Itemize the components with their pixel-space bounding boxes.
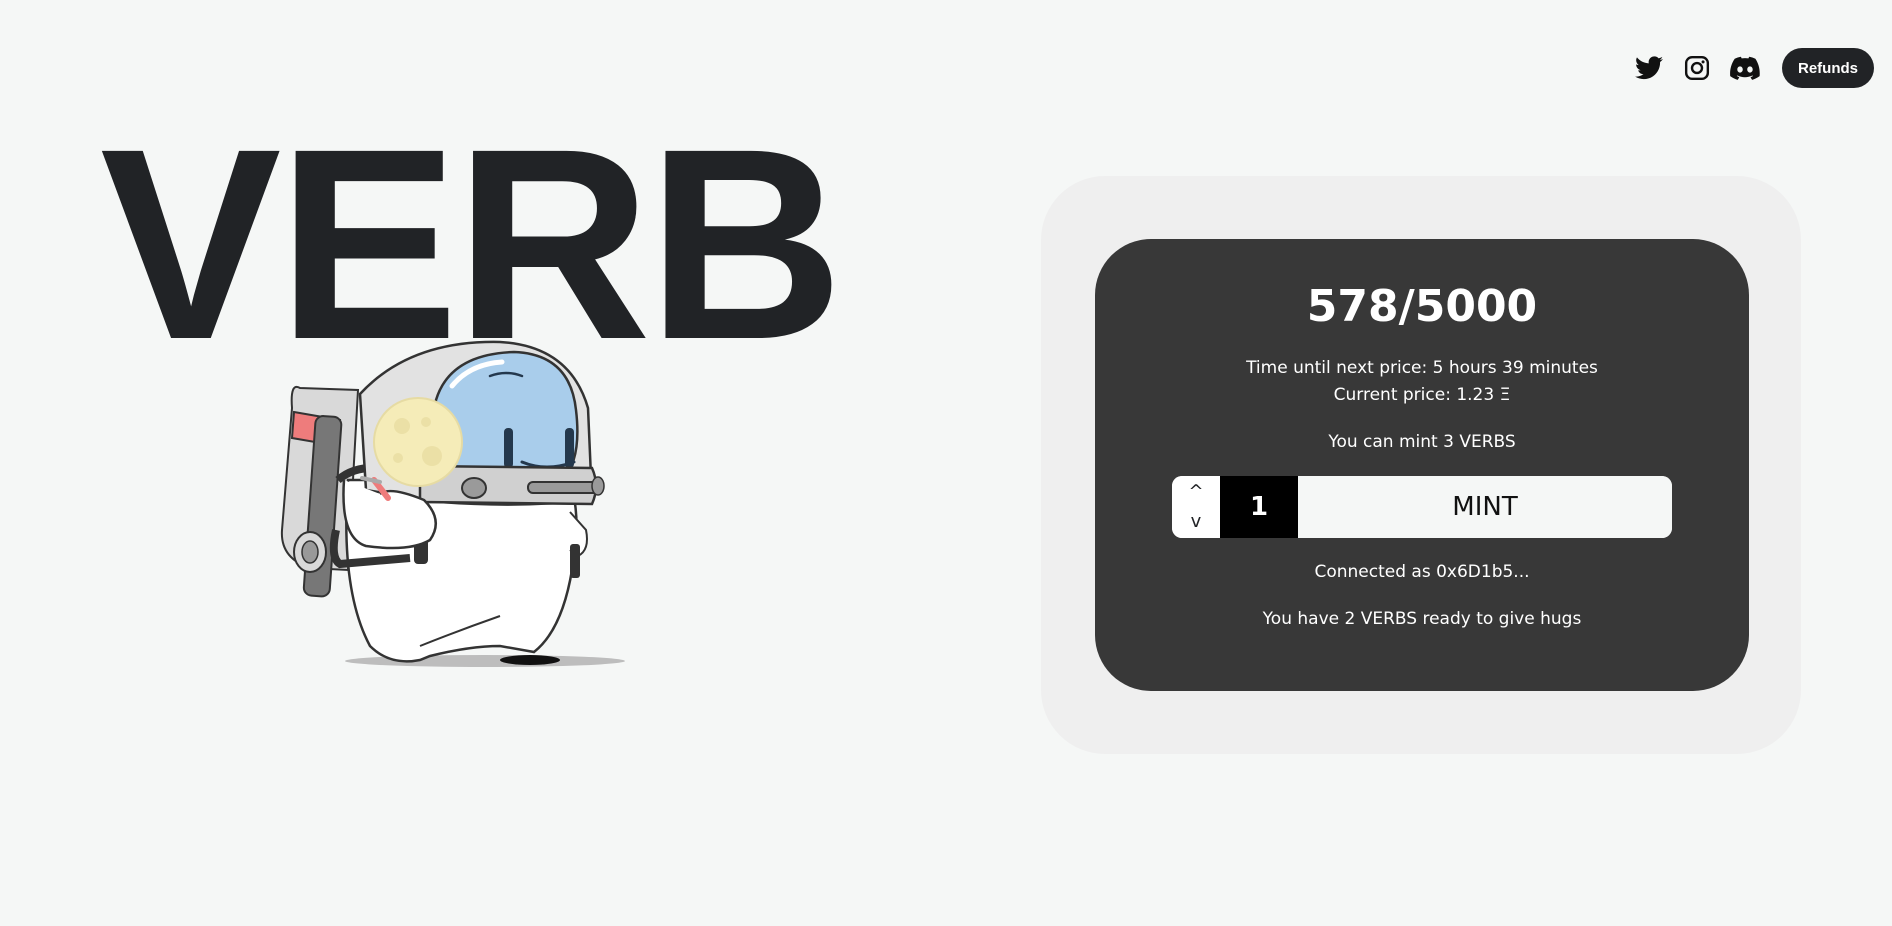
mint-panel: 578/5000 Time until next price: 5 hours … xyxy=(1041,176,1801,754)
next-price-timer: Time until next price: 5 hours 39 minute… xyxy=(1246,358,1598,378)
wallet-connected-text: Connected as 0x6D1b5... xyxy=(1314,562,1530,582)
twitter-icon[interactable] xyxy=(1634,53,1664,83)
owned-tokens-text: You have 2 VERBS ready to give hugs xyxy=(1262,609,1582,629)
quantity-stepper: ^ v xyxy=(1172,476,1220,538)
minted-supply-count: 578/5000 xyxy=(1306,281,1538,332)
increment-arrow-icon[interactable]: ^ xyxy=(1188,480,1203,504)
quantity-value[interactable]: 1 xyxy=(1220,476,1298,538)
page: Refunds VERB 578/5000 Time until next pr… xyxy=(0,0,1892,926)
mint-limit-text: You can mint 3 VERBS xyxy=(1328,432,1516,452)
top-nav: Refunds xyxy=(1634,48,1874,88)
astronaut-mascot-illustration xyxy=(270,330,660,675)
refunds-button[interactable]: Refunds xyxy=(1782,48,1874,88)
current-price: Current price: 1.23 Ξ xyxy=(1333,385,1511,405)
mint-card: 578/5000 Time until next price: 5 hours … xyxy=(1095,239,1749,691)
decrement-arrow-icon[interactable]: v xyxy=(1191,510,1202,534)
instagram-icon[interactable] xyxy=(1682,53,1712,83)
mint-button[interactable]: MINT xyxy=(1298,476,1672,538)
discord-icon[interactable] xyxy=(1730,53,1760,83)
mint-controls: ^ v 1 MINT xyxy=(1172,476,1672,538)
